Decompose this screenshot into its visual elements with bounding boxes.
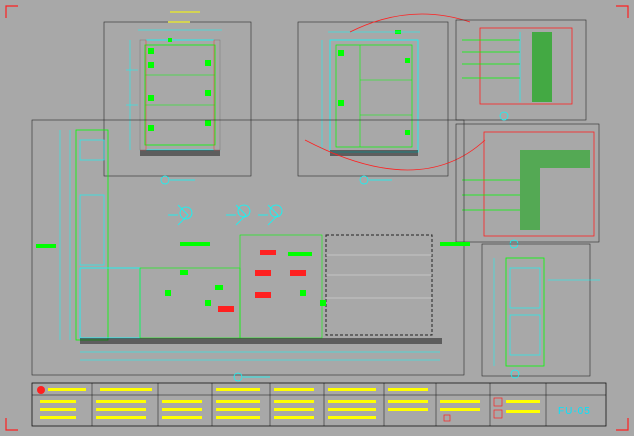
detail-callout-2 [455,123,600,249]
section-view-c [481,243,600,379]
company-logo-icon [37,386,45,394]
elevation-view-a [103,11,252,185]
sheet-number: FU-05 [558,406,591,417]
section-view-b [297,13,486,185]
title-block: FU-05 [31,382,607,427]
cad-drawing-sheet: FU-05 [5,5,629,431]
detail-callout-1 [455,19,587,121]
